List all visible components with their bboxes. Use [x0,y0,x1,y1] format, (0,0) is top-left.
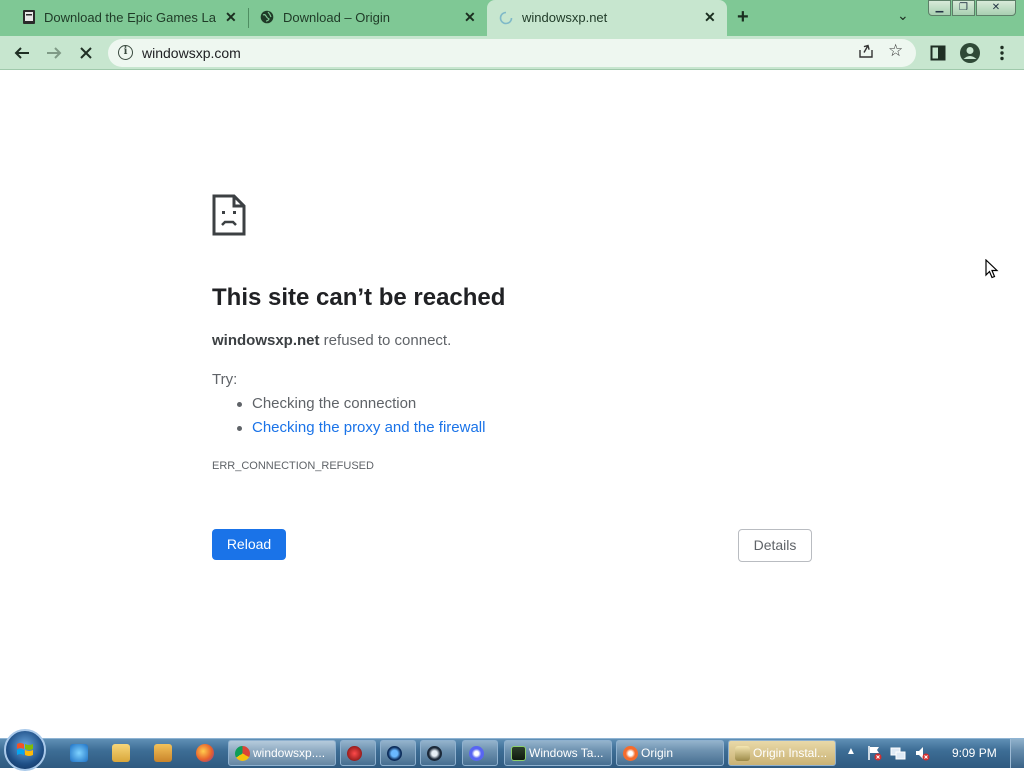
taskbar-red-app[interactable] [340,740,376,766]
volume-muted-icon[interactable] [914,745,930,761]
tab-windowsxp[interactable]: windowsxp.net ✕ [487,0,727,38]
tab-title: Download – Origin [283,10,390,25]
taskbar-c-app[interactable] [380,740,416,766]
details-button[interactable]: Details [738,529,812,562]
taskbar-task-manager[interactable]: Windows Ta... [504,740,612,766]
url-text[interactable]: windowsxp.com [142,45,241,61]
tab-epic-games[interactable]: Download the Epic Games Launc ✕ [0,0,248,36]
suggestion-proxy-firewall-link[interactable]: Checking the proxy and the firewall [236,418,485,442]
close-icon[interactable]: ✕ [976,0,1016,16]
loading-spinner-icon [499,11,513,25]
epic-games-icon [23,10,35,24]
media-player-icon[interactable] [154,744,172,762]
taskbar-steam[interactable] [420,740,456,766]
minimize-icon[interactable]: ▁ [928,0,951,16]
maximize-icon[interactable]: ❐ [952,0,975,16]
chevron-down-icon[interactable]: ⌄ [897,7,909,24]
red-circle-app-icon [347,746,362,761]
reload-button[interactable]: Reload [212,529,286,560]
tab-strip: Download the Epic Games Launc ✕ Download… [0,0,1024,38]
blue-c-app-icon [387,746,402,761]
mouse-cursor-icon [985,259,999,279]
tab-title: Download the Epic Games Launc [44,10,216,25]
kebab-menu-icon[interactable] [990,41,1014,65]
network-icon[interactable] [890,745,906,761]
taskbar-discord[interactable] [462,740,498,766]
arrow-right-icon[interactable] [42,41,66,65]
close-icon[interactable]: ✕ [704,9,716,26]
file-explorer-icon[interactable] [112,744,130,762]
stop-loading-button[interactable] [74,41,98,65]
suggestion-check-connection: Checking the connection [236,394,485,418]
address-bar[interactable]: i windowsxp.com ☆ [108,39,916,67]
close-icon[interactable]: ✕ [464,9,476,26]
task-label: Origin Instal... [753,746,828,760]
error-host: windowsxp.net [212,332,320,349]
task-label: windowsxp.... [253,746,326,760]
share-icon[interactable] [858,43,874,59]
installer-icon [735,746,750,761]
avatar-icon[interactable] [958,41,982,65]
try-label: Try: [212,371,238,388]
tab-title: windowsxp.net [522,10,608,25]
taskbar-chrome-window[interactable]: windowsxp.... [228,740,336,766]
origin-icon [623,746,638,761]
windows-flag-icon [17,743,33,756]
close-icon [80,47,92,59]
star-icon[interactable]: ☆ [888,41,903,61]
error-code: ERR_CONNECTION_REFUSED [212,460,374,472]
chrome-icon [235,746,250,761]
close-icon[interactable]: ✕ [225,9,237,26]
suggestion-list: Checking the connection Checking the pro… [236,394,485,442]
flag-icon[interactable] [866,745,882,761]
discord-icon [469,746,484,761]
error-message: windowsxp.net refused to connect. [212,332,451,349]
system-clock[interactable]: 9:09 PM [952,746,997,760]
taskbar-origin-installer[interactable]: Origin Instal... [728,740,836,766]
error-message-text: refused to connect. [319,332,452,349]
error-title: This site can’t be reached [212,284,506,311]
show-desktop-button[interactable] [1010,739,1024,768]
sad-page-icon [212,194,246,236]
error-page: This site can’t be reached windowsxp.net… [0,71,1024,711]
taskbar-origin[interactable]: Origin [616,740,724,766]
task-label: Windows Ta... [529,746,604,760]
side-panel-icon[interactable] [926,41,950,65]
browser-toolbar: i windowsxp.com ☆ [0,36,1024,70]
info-icon[interactable]: i [118,45,133,60]
task-manager-icon [511,746,526,761]
firefox-icon[interactable] [196,744,214,762]
globe-icon [260,10,274,24]
steam-icon [427,746,442,761]
arrow-left-icon[interactable] [10,41,34,65]
tray-expand-icon[interactable]: ▲ [846,746,856,757]
plus-icon[interactable]: + [737,6,749,29]
tab-origin[interactable]: Download – Origin ✕ [248,0,488,36]
windows-start-orb-icon[interactable] [4,729,46,771]
task-label: Origin [641,746,674,760]
internet-explorer-icon[interactable] [70,744,88,762]
